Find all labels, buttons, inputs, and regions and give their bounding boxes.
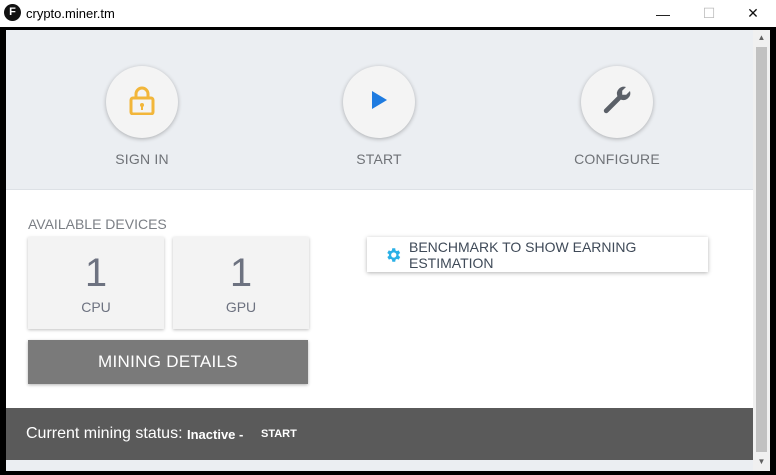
- benchmark-button[interactable]: BENCHMARK TO SHOW EARNING ESTIMATION: [367, 237, 708, 272]
- sign-in-label: SIGN IN: [115, 151, 169, 167]
- cpu-device-card: 1 CPU: [28, 237, 164, 329]
- cpu-count: 1: [84, 251, 108, 295]
- vertical-scrollbar[interactable]: ▲ ▼: [753, 30, 770, 471]
- cpu-label: CPU: [81, 299, 111, 315]
- available-devices-heading: AVAILABLE DEVICES: [28, 216, 167, 232]
- app-window: F crypto.miner.tm — ☐ ✕ SIGN IN START CO…: [0, 0, 776, 475]
- configure-action[interactable]: CONFIGURE: [547, 66, 687, 167]
- gpu-count: 1: [229, 251, 253, 295]
- configure-label: CONFIGURE: [574, 151, 660, 167]
- close-button[interactable]: ✕: [730, 0, 776, 27]
- play-icon: [370, 90, 388, 115]
- gear-icon: [384, 246, 402, 264]
- action-bar: SIGN IN START CONFIGURE: [6, 30, 753, 190]
- benchmark-label: BENCHMARK TO SHOW EARNING ESTIMATION: [409, 238, 637, 271]
- gpu-label: GPU: [225, 299, 257, 315]
- maximize-button[interactable]: ☐: [686, 0, 732, 27]
- window-title: crypto.miner.tm: [26, 6, 115, 21]
- status-start-link[interactable]: START: [261, 428, 297, 440]
- start-button[interactable]: [343, 66, 415, 138]
- scroll-up-arrow-icon[interactable]: ▲: [753, 32, 770, 44]
- bottom-strip: [6, 460, 753, 471]
- sign-in-action[interactable]: SIGN IN: [72, 66, 212, 167]
- status-bar: Current mining status: Inactive - START: [6, 408, 753, 460]
- minimize-button[interactable]: —: [640, 0, 686, 27]
- status-label: Current mining status:: [26, 425, 183, 442]
- scroll-down-arrow-icon[interactable]: ▼: [753, 456, 770, 468]
- mining-details-button[interactable]: MINING DETAILS: [28, 340, 308, 384]
- scrollbar-thumb[interactable]: [756, 47, 767, 452]
- wrench-icon: [600, 83, 634, 122]
- configure-button[interactable]: [581, 66, 653, 138]
- lock-icon: [129, 85, 155, 120]
- app-logo-icon: F: [4, 4, 21, 21]
- start-label: START: [356, 151, 402, 167]
- sign-in-button[interactable]: [106, 66, 178, 138]
- start-action[interactable]: START: [309, 66, 449, 167]
- title-bar[interactable]: F crypto.miner.tm — ☐ ✕: [0, 0, 776, 27]
- status-value: Inactive -: [187, 427, 244, 442]
- gpu-device-card: 1 GPU: [173, 237, 309, 329]
- app-content: SIGN IN START CONFIGURE AVAILABLE DEVICE…: [6, 30, 770, 471]
